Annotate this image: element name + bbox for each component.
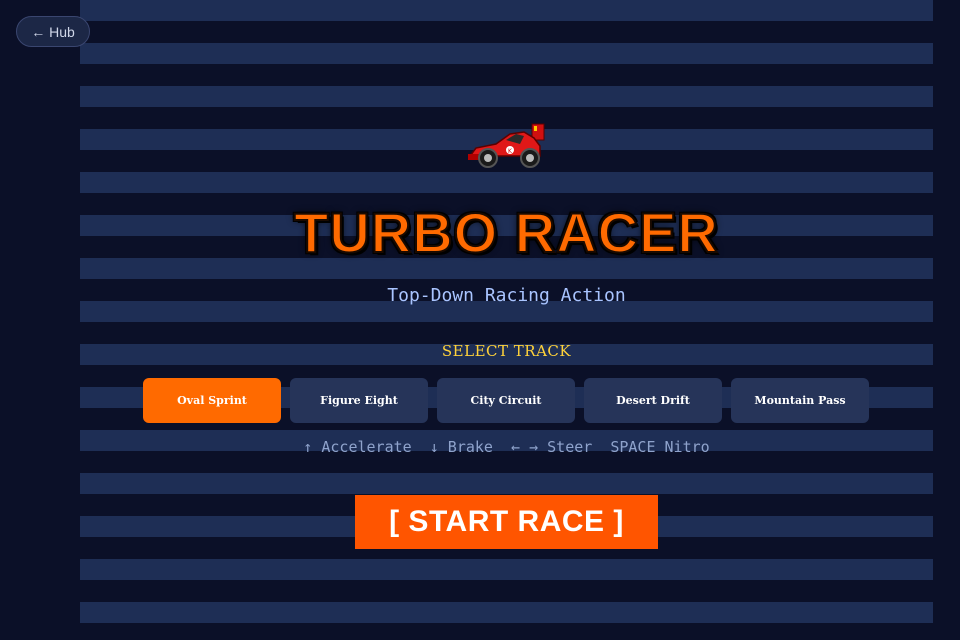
track-option-desert-drift[interactable]: Desert Drift bbox=[584, 378, 722, 423]
game-title: TURBO RACER bbox=[293, 200, 719, 265]
track-selector: Oval Sprint Figure Eight City Circuit De… bbox=[143, 378, 869, 423]
track-option-figure-eight[interactable]: Figure Eight bbox=[290, 378, 428, 423]
controls-help: ↑ Accelerate ↓ Brake ← → Steer SPACE Nit… bbox=[303, 438, 710, 456]
select-track-heading: SELECT TRACK bbox=[441, 342, 572, 360]
track-option-oval-sprint[interactable]: Oval Sprint bbox=[143, 378, 281, 423]
race-car-icon: K bbox=[468, 123, 545, 168]
back-to-hub-button[interactable]: ← Hub bbox=[16, 16, 90, 47]
track-option-city-circuit[interactable]: City Circuit bbox=[437, 378, 575, 423]
track-option-mountain-pass[interactable]: Mountain Pass bbox=[731, 378, 869, 423]
start-race-button[interactable]: [ START RACE ] bbox=[355, 495, 658, 549]
game-subtitle: Top-Down Racing Action bbox=[387, 285, 626, 306]
